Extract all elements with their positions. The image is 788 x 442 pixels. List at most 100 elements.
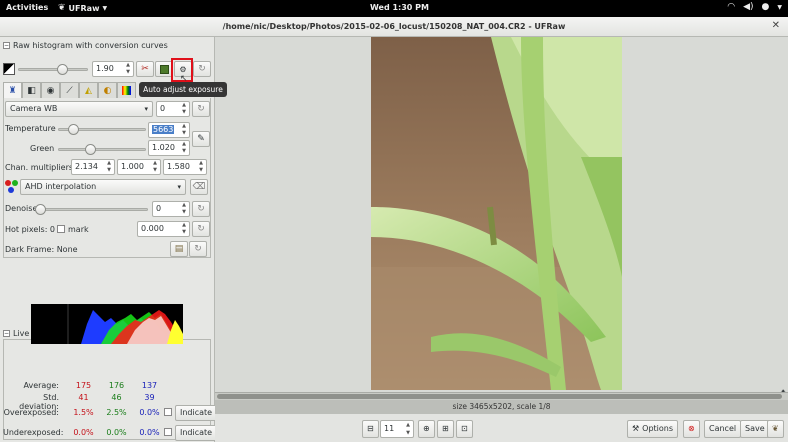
wb-fine-tune-value: 0 xyxy=(160,104,166,113)
denoise-slider[interactable] xyxy=(35,204,148,215)
tab-white-balance[interactable]: ♜ xyxy=(3,82,22,98)
tab-lens[interactable]: ◉ xyxy=(41,82,60,98)
tab-base-curve[interactable]: ⟋ xyxy=(60,82,79,98)
exposure-input[interactable]: 1.90 ▲ ▼ xyxy=(92,61,134,77)
indicate-overexposed-button[interactable]: Indicate xyxy=(175,405,218,421)
temperature-slider[interactable] xyxy=(58,124,146,135)
zoom-input[interactable]: 11 ▲ ▼ xyxy=(380,420,414,438)
collapse-icon: − xyxy=(3,330,10,337)
zoom-fit-icon: ⊞ xyxy=(442,424,449,433)
zoom-fit-button[interactable]: ⊞ xyxy=(437,420,454,438)
white-balance-icon: ♜ xyxy=(8,85,17,96)
curve-icon: ⟋ xyxy=(66,85,73,96)
bottom-toolbar: ⊟ 11 ▲ ▼ ⊕ ⊞ ⊡ ⚒ Options ⊗ Cancel Save ❦ xyxy=(215,414,788,442)
green-slider[interactable] xyxy=(58,144,146,155)
tab-correct-luminosity[interactable]: ◐ xyxy=(98,82,117,98)
spin-arrows-icon[interactable]: ▲ ▼ xyxy=(124,62,132,76)
indicate-underexposed-checkbox[interactable] xyxy=(164,428,172,436)
multiplier-b-input[interactable]: 1.580 ▲ ▼ xyxy=(163,159,207,175)
green-slider-knob[interactable] xyxy=(85,144,96,155)
spin-arrows-icon[interactable]: ▲ ▼ xyxy=(404,421,412,437)
underexposed-label: Underexposed: xyxy=(3,428,64,437)
denoise-slider-knob[interactable] xyxy=(35,204,46,215)
zoom-out-button[interactable]: ⊟ xyxy=(362,420,379,438)
clock[interactable]: Wed 1:30 PM xyxy=(370,3,429,12)
spin-arrows-icon[interactable]: ▲ ▼ xyxy=(180,123,188,137)
photo-preview[interactable] xyxy=(371,37,622,390)
options-button[interactable]: ⚒ Options xyxy=(627,420,679,438)
horizontal-scrollbar[interactable] xyxy=(215,392,788,400)
temperature-value: 5663 xyxy=(152,125,175,134)
spin-arrows-icon[interactable]: ▲ ▼ xyxy=(105,160,113,174)
spin-arrows-icon[interactable]: ▲ ▼ xyxy=(180,202,188,216)
scrollbar-thumb[interactable] xyxy=(217,394,782,399)
exposure-value: 1.90 xyxy=(96,64,114,73)
wifi-icon: ◠ xyxy=(727,2,736,12)
tab-grayscale[interactable]: ◧ xyxy=(22,82,41,98)
indicate-overexposed-checkbox[interactable] xyxy=(164,408,172,416)
reset-exposure-button[interactable]: ↻ xyxy=(193,61,211,77)
denoise-input[interactable]: 0 ▲ ▼ xyxy=(152,201,190,217)
raw-histogram-label: Raw histogram with conversion curves xyxy=(13,41,168,50)
dark-frame-label: Dark Frame: None xyxy=(5,245,78,254)
preview-area[interactable] xyxy=(215,37,788,392)
spin-arrows-icon[interactable]: ▲ ▼ xyxy=(151,160,159,174)
zoom-in-icon: ⊕ xyxy=(423,424,430,433)
image-size-status: size 3465x5202, scale 1/8 xyxy=(215,400,788,414)
app-menu[interactable]: ❦ UFRaw ▼ xyxy=(58,3,107,13)
reset-icon: ↻ xyxy=(197,224,205,234)
green-input[interactable]: 1.020 ▲ ▼ xyxy=(148,140,190,156)
spin-arrows-icon[interactable]: ▲ ▼ xyxy=(180,141,188,155)
multiplier-r-input[interactable]: 2.134 ▲ ▼ xyxy=(71,159,115,175)
app-menu-label: UFRaw xyxy=(68,3,100,13)
interpolation-select[interactable]: AHD interpolation ▾ xyxy=(20,179,186,195)
multiplier-g-input[interactable]: 1.000 ▲ ▼ xyxy=(117,159,161,175)
zoom-in-button[interactable]: ⊕ xyxy=(418,420,435,438)
close-window-icon[interactable]: ✕ xyxy=(772,20,780,31)
system-tray[interactable]: ◠ ◀) ● ▼ xyxy=(727,2,782,12)
wb-preset-select[interactable]: Camera WB ▾ xyxy=(5,101,153,117)
chevron-down-icon: ▾ xyxy=(177,183,181,191)
hot-pixels-input[interactable]: 0.000 ▲ ▼ xyxy=(137,221,190,237)
reset-hot-pixels-button[interactable]: ↻ xyxy=(192,221,210,237)
cancel-button[interactable]: Cancel xyxy=(704,420,742,438)
average-red: 175 xyxy=(75,381,92,390)
over-blue: 0.0% xyxy=(139,408,160,417)
temperature-input[interactable]: 5663 ▲ ▼ xyxy=(148,122,190,138)
raw-histogram-header[interactable]: − Raw histogram with conversion curves xyxy=(3,41,168,50)
clear-icon: ⌫ xyxy=(192,182,206,192)
options-icon: ⚒ xyxy=(632,424,640,433)
denoise-label: Denoise xyxy=(5,204,38,213)
zoom-100-button[interactable]: ⊡ xyxy=(456,420,473,438)
clip-highlights-button[interactable]: ✂ xyxy=(136,61,154,77)
scissors-icon: ✂ xyxy=(141,64,149,74)
reset-icon: ↻ xyxy=(197,204,205,214)
reset-denoise-button[interactable]: ↻ xyxy=(192,201,210,217)
spin-arrows-icon[interactable]: ▲ ▼ xyxy=(197,160,205,174)
mark-hot-pixels-checkbox[interactable] xyxy=(57,225,65,233)
exposure-slider[interactable] xyxy=(18,64,88,75)
clear-interpolation-button[interactable]: ⌫ xyxy=(190,179,208,195)
spin-arrows-icon[interactable]: ▲ ▼ xyxy=(180,102,188,116)
tab-color-management[interactable]: ◭ xyxy=(79,82,98,98)
reset-wb-button[interactable]: ↻ xyxy=(192,101,210,117)
send-to-gimp-button[interactable]: ❦ xyxy=(767,420,784,438)
gnome-top-bar: Activities ❦ UFRaw ▼ Wed 1:30 PM ◠ ◀) ● … xyxy=(0,0,788,17)
average-label: Average: xyxy=(23,381,59,390)
save-button[interactable]: Save xyxy=(740,420,770,438)
interpolation-value: AHD interpolation xyxy=(25,182,97,191)
settings-tabs: ♜ ◧ ◉ ⟋ ◭ ◐ xyxy=(3,82,136,98)
delete-button[interactable]: ⊗ xyxy=(683,420,700,438)
temperature-slider-knob[interactable] xyxy=(68,124,79,135)
exposure-slider-knob[interactable] xyxy=(57,64,68,75)
wb-fine-tune-input[interactable]: 0 ▲ ▼ xyxy=(156,101,190,117)
open-dark-frame-button[interactable]: ▤ xyxy=(170,241,188,257)
activities-button[interactable]: Activities xyxy=(6,3,48,12)
average-blue: 137 xyxy=(141,381,158,390)
spot-wb-button[interactable]: ✎ xyxy=(192,131,210,147)
tab-lightness[interactable] xyxy=(117,82,136,98)
spin-arrows-icon[interactable]: ▲ ▼ xyxy=(180,222,188,236)
reset-icon: ↻ xyxy=(194,244,202,254)
indicate-underexposed-button[interactable]: Indicate xyxy=(175,425,218,441)
reset-dark-frame-button[interactable]: ↻ xyxy=(189,241,207,257)
